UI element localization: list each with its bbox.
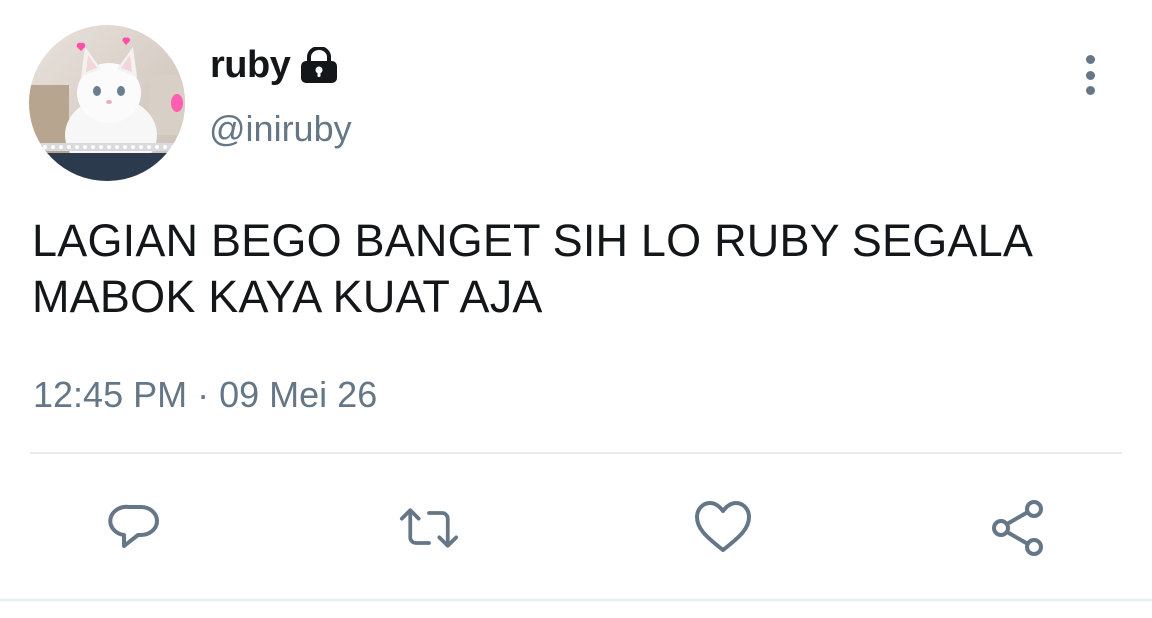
user-name-row: ruby	[210, 40, 339, 90]
tweet-time: 12:45 PM	[33, 374, 188, 415]
display-name[interactable]: ruby	[210, 44, 291, 87]
user-handle[interactable]: @iniruby	[209, 108, 352, 150]
reply-icon	[108, 504, 159, 548]
divider	[30, 452, 1122, 454]
meta-separator: ·	[197, 374, 210, 415]
like-icon	[695, 501, 751, 552]
divider	[0, 599, 1152, 601]
more-options-icon[interactable]	[1070, 52, 1110, 98]
share-button[interactable]	[987, 498, 1047, 558]
retweet-button[interactable]	[399, 498, 459, 558]
white-cat-avatar-image	[29, 25, 185, 181]
share-icon	[992, 500, 1043, 556]
avatar[interactable]	[29, 25, 185, 181]
like-button[interactable]	[693, 498, 753, 558]
lock-icon	[299, 47, 339, 83]
reply-button[interactable]	[105, 498, 165, 558]
tweet-timestamp: 12:45 PM · 09 Mei 26	[33, 374, 377, 416]
tweet-text: LAGIAN BEGO BANGET SIH LO RUBY SEGALA MA…	[32, 215, 1031, 322]
retweet-icon	[399, 508, 459, 548]
tweet-date: 09 Mei 26	[219, 374, 378, 415]
